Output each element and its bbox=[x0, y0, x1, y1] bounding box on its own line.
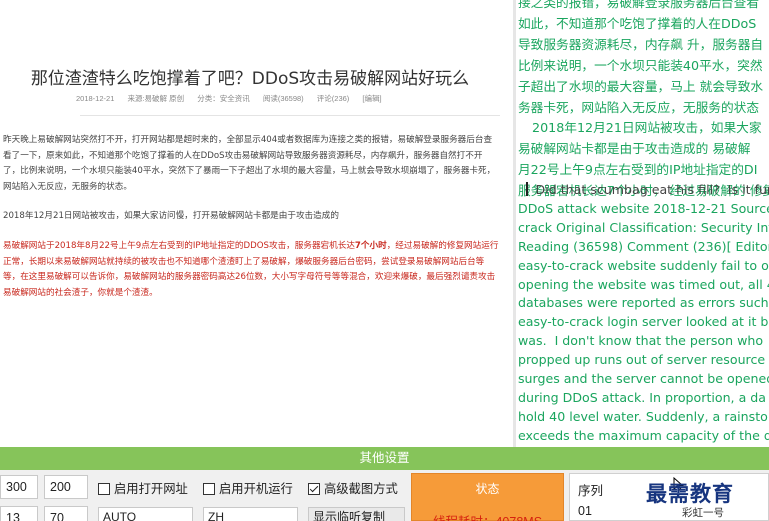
en-line: databases were reported as errors such bbox=[518, 295, 769, 311]
checkbox-icon bbox=[203, 483, 215, 495]
thread-timing: 线程耗时：4078MS bbox=[412, 511, 563, 521]
translation-pane[interactable]: 接之类的报错，易破解登录服务器后台查看如此，不知道那个吃饱了撑着的人在DDoS 导… bbox=[516, 0, 769, 447]
zh-line: 易破解网站卡都是由于攻击造成的 易破解 bbox=[518, 141, 751, 157]
en-line: easy-to-crack website suddenly fail to o bbox=[518, 257, 769, 273]
en-line: hold 40 level water. Suddenly, a rainsto… bbox=[518, 408, 769, 424]
zh-line: 如此，不知道那个吃饱了撑着的人在DDoS bbox=[518, 15, 757, 31]
en-line: exceeds the maximum capacity of the d bbox=[518, 427, 769, 443]
en-line: opening the website was timed out, all 4 bbox=[518, 276, 769, 292]
text-caret bbox=[526, 182, 528, 196]
chinese-ocr-text: 接之类的报错，易破解登录服务器后台查看如此，不知道那个吃饱了撑着的人在DDoS 导… bbox=[518, 0, 769, 202]
open-site-checkbox[interactable]: 启用打开网址 bbox=[98, 479, 188, 497]
value-input-3[interactable]: 13 bbox=[0, 506, 38, 521]
copy-mode-select[interactable]: 显示临听复制 bbox=[308, 507, 405, 521]
en-line: DDoS attack website 2018-12-21 Source bbox=[518, 200, 769, 216]
en-line-first: Did that scumbag eat his fill? Is it fun bbox=[518, 181, 769, 200]
open-site-label: 启用打开网址 bbox=[114, 482, 188, 496]
p3-before: 易破解网站于2018年8月22号上午9点左右受到的IP地址指定的DDOS攻击，服… bbox=[3, 241, 355, 251]
en-line: easy-to-crack login server looked at it … bbox=[518, 314, 769, 330]
other-settings-bar[interactable]: 其他设置 bbox=[0, 447, 769, 470]
boot-run-label: 启用开机运行 bbox=[219, 482, 293, 496]
settings-panel: 300 200 13 70 启用打开网址 启用开机运行 高级截图方式 AUTO … bbox=[0, 470, 769, 521]
checkmark-icon bbox=[308, 483, 320, 495]
zh-line: 月22号上午9点左右受到的IP地址指定的DI bbox=[518, 162, 758, 178]
value-input-4[interactable]: 70 bbox=[44, 506, 88, 521]
width-input[interactable]: 300 bbox=[0, 475, 38, 499]
en-line: Reading (36598) Comment (236)[ Editor bbox=[518, 238, 769, 254]
zh-line: 2018年12月21日网站被攻击，如果大家 bbox=[532, 120, 762, 136]
zh-line: 子超出了水坝的最大容量，马上 就会导致水 bbox=[518, 78, 764, 94]
article-source: 来源:易破解 原创 bbox=[127, 94, 185, 103]
article-edit-link[interactable]: [编辑] bbox=[362, 94, 381, 103]
en-line: propped up runs out of server resource bbox=[518, 352, 766, 368]
en-line: surges and the server cannot be opened bbox=[518, 371, 769, 387]
language-select[interactable]: ZH bbox=[203, 507, 298, 521]
article-pane: 那位渣渣特么吃饱撑着了吧？DDoS攻击易破解网站好玩么 2018-12-21 来… bbox=[0, 0, 513, 447]
en-line: was. I don't know that the person who bbox=[518, 333, 764, 349]
zh-line: 接之类的报错，易破解登录服务器后台查看 bbox=[518, 0, 760, 10]
p3-bold: 7个小时 bbox=[354, 241, 387, 251]
sequence-header: 序列 bbox=[578, 484, 604, 498]
status-panel: 状态 线程耗时：4078MS bbox=[411, 473, 564, 521]
article-title: 那位渣渣特么吃饱撑着了吧？DDoS攻击易破解网站好玩么 bbox=[30, 69, 470, 89]
checkbox-icon bbox=[98, 483, 110, 495]
en-line: crack Original Classification: Security … bbox=[518, 219, 769, 235]
advanced-capture-checkbox[interactable]: 高级截图方式 bbox=[308, 479, 398, 497]
article-date: 2018-12-21 bbox=[76, 94, 115, 103]
article-paragraph-1: 昨天晚上易破解网站突然打不开，打开网站都是超时来的，全部显示404或者数据库为连… bbox=[3, 135, 496, 192]
zh-line: 务器卡死，网站陷入无反应，无服务的状态 bbox=[518, 99, 760, 115]
en-line: during DDoS attack. In proportion, a da bbox=[518, 389, 767, 405]
article-meta: 2018-12-21 来源:易破解 原创 分类：安全资讯 阅读(36598) 评… bbox=[76, 93, 393, 104]
zh-line: 比例来说明，一个水坝只能装40平水，突然 bbox=[518, 57, 763, 73]
mode-select[interactable]: AUTO bbox=[98, 507, 193, 521]
article-comments: 评论(236) bbox=[316, 94, 350, 103]
article-reads: 阅读(36598) bbox=[262, 94, 304, 103]
meta-divider bbox=[80, 115, 500, 116]
zh-line: 导致服务器资源耗尽，内存飙 升，服务器自 bbox=[518, 36, 764, 52]
boot-run-checkbox[interactable]: 启用开机运行 bbox=[203, 479, 293, 497]
sequence-table[interactable]: 序列 01 最需教育 彩虹一号 bbox=[569, 473, 769, 521]
watermark-logo: 最需教育 bbox=[646, 481, 734, 506]
advanced-capture-label: 高级截图方式 bbox=[324, 482, 398, 496]
article-category: 分类：安全资讯 bbox=[197, 94, 250, 103]
height-input[interactable]: 200 bbox=[44, 475, 88, 499]
article-paragraph-3: 易破解网站于2018年8月22号上午9点左右受到的IP地址指定的DDOS攻击，服… bbox=[3, 239, 499, 301]
english-translation-text: Did that scumbag eat his fill? Is it fun… bbox=[518, 181, 769, 446]
status-label: 状态 bbox=[475, 482, 500, 496]
sequence-cell[interactable]: 01 bbox=[578, 504, 592, 518]
article-paragraph-2: 2018年12月21日网站被攻击，如果大家访问慢，打开易破解网站卡都是由于攻击造… bbox=[3, 211, 339, 221]
watermark-subtitle: 彩虹一号 bbox=[682, 507, 724, 519]
